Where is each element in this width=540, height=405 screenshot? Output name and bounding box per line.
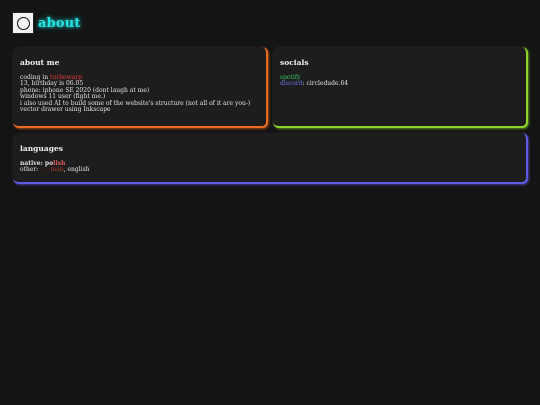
page-header: about xyxy=(12,12,81,34)
about-me-card: about me coding in turbowarp 13, birthda… xyxy=(13,47,268,128)
circle-logo-ring xyxy=(16,16,30,30)
socials-card: socials spotify discord: circledude.64 xyxy=(273,47,528,128)
page-title: about xyxy=(38,15,81,31)
about-page: about about me coding in turbowarp 13, b… xyxy=(0,0,540,405)
about-me-title: about me xyxy=(20,58,60,67)
other-lang-b: man xyxy=(50,166,64,174)
discord-line: discord: circledude.64 xyxy=(280,81,520,87)
socials-title: socials xyxy=(280,58,309,67)
discord-handle: circledude.64 xyxy=(306,80,349,88)
circle-logo-icon[interactable] xyxy=(12,12,34,34)
vector-line: vector drawer using Inkscape xyxy=(20,106,111,114)
other-line: other: german, english xyxy=(20,167,520,173)
other-lang-a: ger xyxy=(40,166,51,174)
languages-card: languages native: polish other: german, … xyxy=(13,133,528,184)
discord-link[interactable]: discord xyxy=(280,80,303,87)
languages-title: languages xyxy=(20,144,63,153)
other-label: other: xyxy=(20,166,41,174)
other-lang-rest: , english xyxy=(63,166,90,174)
